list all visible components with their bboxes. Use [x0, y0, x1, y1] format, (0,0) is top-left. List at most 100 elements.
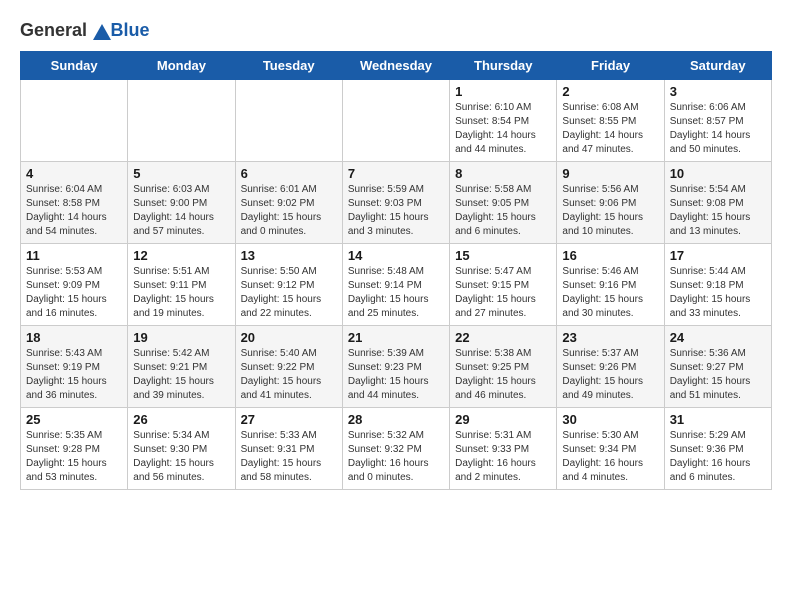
day-number: 29 [455, 412, 551, 427]
day-info: Sunrise: 5:37 AMSunset: 9:26 PMDaylight:… [562, 347, 658, 403]
day-number: 25 [26, 412, 122, 427]
calendar-week-3: 11Sunrise: 5:53 AMSunset: 9:09 PMDayligh… [21, 244, 772, 326]
day-number: 13 [241, 248, 337, 263]
day-info: Sunrise: 5:34 AMSunset: 9:30 PMDaylight:… [133, 429, 229, 485]
day-info: Sunrise: 5:58 AMSunset: 9:05 PMDaylight:… [455, 183, 551, 239]
day-info: Sunrise: 5:39 AMSunset: 9:23 PMDaylight:… [348, 347, 444, 403]
calendar-cell: 24 Sunrise: 5:36 AMSunset: 9:27 PMDayligh… [664, 326, 771, 408]
day-number: 9 [562, 166, 658, 181]
logo-general: General [20, 20, 87, 40]
day-number: 4 [26, 166, 122, 181]
calendar-cell: 19 Sunrise: 5:42 AMSunset: 9:21 PMDayligh… [128, 326, 235, 408]
calendar-cell: 1 Sunrise: 6:10 AMSunset: 8:54 PMDaylight… [450, 80, 557, 162]
calendar-cell: 4 Sunrise: 6:04 AMSunset: 8:58 PMDaylight… [21, 162, 128, 244]
day-header-thursday: Thursday [450, 52, 557, 80]
day-header-friday: Friday [557, 52, 664, 80]
day-number: 30 [562, 412, 658, 427]
day-header-saturday: Saturday [664, 52, 771, 80]
calendar-cell [342, 80, 449, 162]
day-info: Sunrise: 5:30 AMSunset: 9:34 PMDaylight:… [562, 429, 658, 485]
day-number: 28 [348, 412, 444, 427]
calendar-cell [235, 80, 342, 162]
day-header-monday: Monday [128, 52, 235, 80]
calendar-cell: 27 Sunrise: 5:33 AMSunset: 9:31 PMDayligh… [235, 408, 342, 490]
calendar-cell: 31 Sunrise: 5:29 AMSunset: 9:36 PMDayligh… [664, 408, 771, 490]
logo-blue: Blue [111, 20, 150, 40]
day-number: 17 [670, 248, 766, 263]
day-info: Sunrise: 5:33 AMSunset: 9:31 PMDaylight:… [241, 429, 337, 485]
day-info: Sunrise: 6:08 AMSunset: 8:55 PMDaylight:… [562, 101, 658, 157]
day-header-tuesday: Tuesday [235, 52, 342, 80]
day-info: Sunrise: 5:46 AMSunset: 9:16 PMDaylight:… [562, 265, 658, 321]
calendar-cell: 30 Sunrise: 5:30 AMSunset: 9:34 PMDayligh… [557, 408, 664, 490]
day-number: 16 [562, 248, 658, 263]
calendar-cell: 21 Sunrise: 5:39 AMSunset: 9:23 PMDayligh… [342, 326, 449, 408]
calendar-cell: 17 Sunrise: 5:44 AMSunset: 9:18 PMDayligh… [664, 244, 771, 326]
day-number: 3 [670, 84, 766, 99]
page-header: General Blue [20, 20, 772, 41]
day-number: 5 [133, 166, 229, 181]
day-number: 31 [670, 412, 766, 427]
day-info: Sunrise: 5:38 AMSunset: 9:25 PMDaylight:… [455, 347, 551, 403]
day-number: 23 [562, 330, 658, 345]
day-number: 15 [455, 248, 551, 263]
day-number: 7 [348, 166, 444, 181]
calendar-cell: 15Sunrise: 5:47 AMSunset: 9:15 PMDayligh… [450, 244, 557, 326]
calendar-cell: 11Sunrise: 5:53 AMSunset: 9:09 PMDayligh… [21, 244, 128, 326]
day-number: 6 [241, 166, 337, 181]
calendar-cell: 5Sunrise: 6:03 AMSunset: 9:00 PMDaylight… [128, 162, 235, 244]
calendar-week-5: 25 Sunrise: 5:35 AMSunset: 9:28 PMDayligh… [21, 408, 772, 490]
calendar-table: SundayMondayTuesdayWednesdayThursdayFrid… [20, 51, 772, 490]
day-info: Sunrise: 6:06 AMSunset: 8:57 PMDaylight:… [670, 101, 766, 157]
calendar-cell: 29Sunrise: 5:31 AMSunset: 9:33 PMDayligh… [450, 408, 557, 490]
calendar-cell: 16 Sunrise: 5:46 AMSunset: 9:16 PMDayligh… [557, 244, 664, 326]
day-info: Sunrise: 6:01 AMSunset: 9:02 PMDaylight:… [241, 183, 337, 239]
day-info: Sunrise: 5:50 AMSunset: 9:12 PMDaylight:… [241, 265, 337, 321]
calendar-cell: 6 Sunrise: 6:01 AMSunset: 9:02 PMDaylight… [235, 162, 342, 244]
day-info: Sunrise: 6:04 AMSunset: 8:58 PMDaylight:… [26, 183, 122, 239]
calendar-cell: 22 Sunrise: 5:38 AMSunset: 9:25 PMDayligh… [450, 326, 557, 408]
day-info: Sunrise: 5:36 AMSunset: 9:27 PMDaylight:… [670, 347, 766, 403]
calendar-cell: 2 Sunrise: 6:08 AMSunset: 8:55 PMDaylight… [557, 80, 664, 162]
day-info: Sunrise: 5:29 AMSunset: 9:36 PMDaylight:… [670, 429, 766, 485]
calendar-header-row: SundayMondayTuesdayWednesdayThursdayFrid… [21, 52, 772, 80]
calendar-cell: 18Sunrise: 5:43 AMSunset: 9:19 PMDayligh… [21, 326, 128, 408]
day-info: Sunrise: 5:35 AMSunset: 9:28 PMDaylight:… [26, 429, 122, 485]
calendar-cell: 7Sunrise: 5:59 AMSunset: 9:03 PMDaylight… [342, 162, 449, 244]
day-info: Sunrise: 5:43 AMSunset: 9:19 PMDaylight:… [26, 347, 122, 403]
day-number: 1 [455, 84, 551, 99]
day-number: 27 [241, 412, 337, 427]
calendar-week-1: 1 Sunrise: 6:10 AMSunset: 8:54 PMDaylight… [21, 80, 772, 162]
day-info: Sunrise: 5:40 AMSunset: 9:22 PMDaylight:… [241, 347, 337, 403]
day-info: Sunrise: 6:10 AMSunset: 8:54 PMDaylight:… [455, 101, 551, 157]
calendar-cell [21, 80, 128, 162]
day-info: Sunrise: 5:42 AMSunset: 9:21 PMDaylight:… [133, 347, 229, 403]
calendar-cell: 20 Sunrise: 5:40 AMSunset: 9:22 PMDayligh… [235, 326, 342, 408]
calendar-cell: 26 Sunrise: 5:34 AMSunset: 9:30 PMDayligh… [128, 408, 235, 490]
day-number: 19 [133, 330, 229, 345]
day-info: Sunrise: 5:44 AMSunset: 9:18 PMDaylight:… [670, 265, 766, 321]
day-info: Sunrise: 5:54 AMSunset: 9:08 PMDaylight:… [670, 183, 766, 239]
day-info: Sunrise: 5:56 AMSunset: 9:06 PMDaylight:… [562, 183, 658, 239]
day-header-sunday: Sunday [21, 52, 128, 80]
calendar-cell: 23 Sunrise: 5:37 AMSunset: 9:26 PMDayligh… [557, 326, 664, 408]
calendar-cell: 9 Sunrise: 5:56 AMSunset: 9:06 PMDaylight… [557, 162, 664, 244]
day-number: 20 [241, 330, 337, 345]
day-number: 22 [455, 330, 551, 345]
day-number: 21 [348, 330, 444, 345]
day-number: 8 [455, 166, 551, 181]
calendar-cell: 10 Sunrise: 5:54 AMSunset: 9:08 PMDayligh… [664, 162, 771, 244]
day-number: 2 [562, 84, 658, 99]
calendar-week-2: 4 Sunrise: 6:04 AMSunset: 8:58 PMDaylight… [21, 162, 772, 244]
day-info: Sunrise: 5:51 AMSunset: 9:11 PMDaylight:… [133, 265, 229, 321]
day-number: 26 [133, 412, 229, 427]
day-number: 24 [670, 330, 766, 345]
calendar-week-4: 18Sunrise: 5:43 AMSunset: 9:19 PMDayligh… [21, 326, 772, 408]
calendar-cell: 28Sunrise: 5:32 AMSunset: 9:32 PMDayligh… [342, 408, 449, 490]
day-number: 12 [133, 248, 229, 263]
logo: General Blue [20, 20, 150, 41]
day-number: 10 [670, 166, 766, 181]
day-info: Sunrise: 5:48 AMSunset: 9:14 PMDaylight:… [348, 265, 444, 321]
calendar-cell: 8 Sunrise: 5:58 AMSunset: 9:05 PMDaylight… [450, 162, 557, 244]
calendar-cell: 3 Sunrise: 6:06 AMSunset: 8:57 PMDaylight… [664, 80, 771, 162]
